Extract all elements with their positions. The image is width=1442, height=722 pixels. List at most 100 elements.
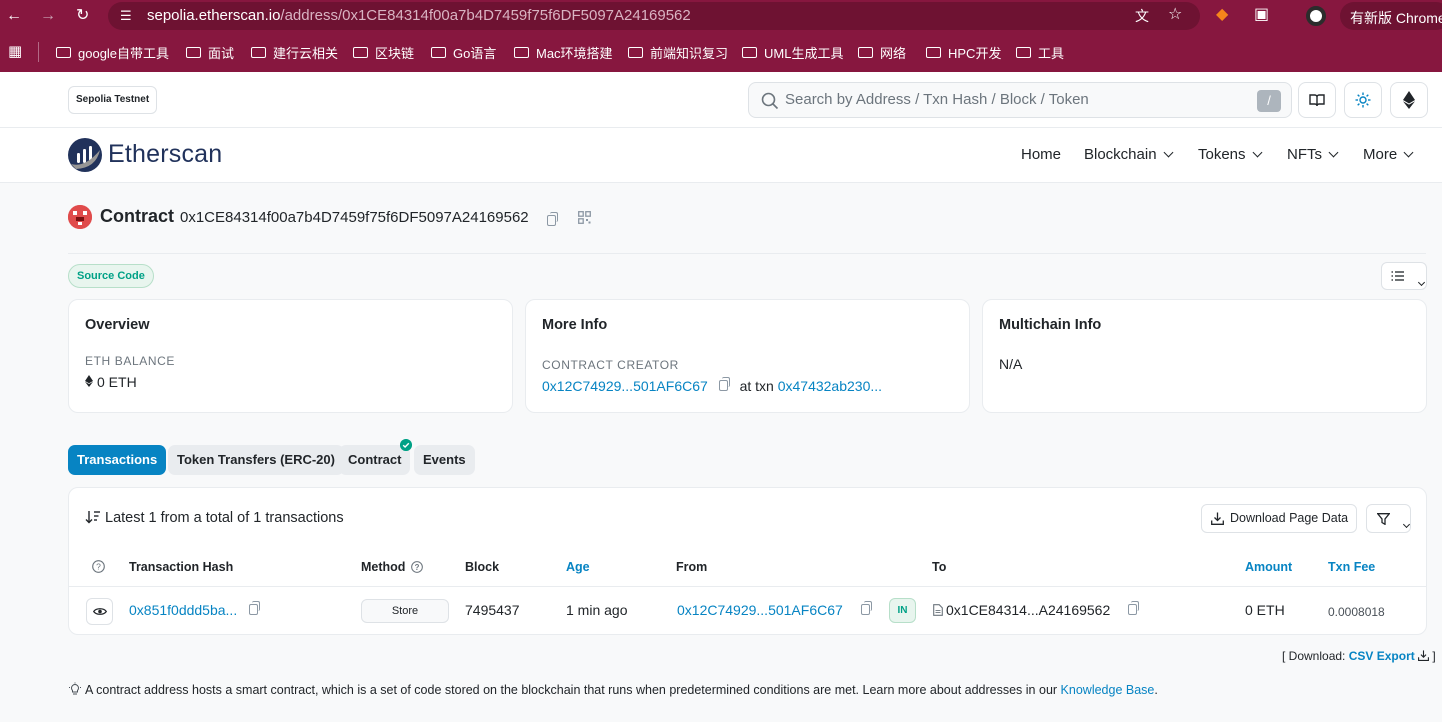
list-view-button[interactable] xyxy=(1381,262,1427,290)
multichain-info-card: Multichain Info N/A xyxy=(982,299,1427,413)
transactions-card: Latest 1 from a total of 1 transactions … xyxy=(68,487,1427,635)
reload-icon[interactable]: ↻ xyxy=(76,8,89,24)
verified-check-icon xyxy=(400,439,412,451)
tab-events[interactable]: Events xyxy=(414,445,475,475)
search-box[interactable]: / xyxy=(748,82,1292,118)
copy-icon[interactable] xyxy=(249,601,261,615)
column-header-age[interactable]: Age xyxy=(566,560,590,574)
ethereum-icon xyxy=(1403,91,1415,109)
extensions-icon[interactable]: ▣ xyxy=(1254,7,1269,23)
apps-grid-icon[interactable]: ▦ xyxy=(8,44,22,60)
bookmark-item[interactable]: 面试 xyxy=(186,43,234,62)
column-header-amount[interactable]: Amount xyxy=(1245,560,1292,574)
profile-avatar[interactable] xyxy=(1306,6,1326,26)
folder-icon xyxy=(1016,47,1031,58)
copy-icon[interactable] xyxy=(860,601,872,615)
forward-arrow-icon[interactable]: → xyxy=(40,8,56,24)
main-nav-bar: Etherscan Home Blockchain Tokens NFTs Mo… xyxy=(0,128,1442,183)
column-header-method: Method ? xyxy=(361,560,423,574)
bookmark-item[interactable]: google自带工具 xyxy=(56,43,169,62)
folder-icon xyxy=(56,47,71,58)
bookmark-star-icon[interactable]: ☆ xyxy=(1168,7,1182,23)
sun-icon xyxy=(1355,92,1371,108)
tab-transactions[interactable]: Transactions xyxy=(68,445,167,475)
knowledge-base-link[interactable]: Knowledge Base xyxy=(1061,683,1155,697)
page-title: Contract xyxy=(100,206,175,226)
eye-icon xyxy=(93,608,107,615)
folder-icon xyxy=(186,47,201,58)
to-address[interactable]: 0x1CE84314...A24169562 xyxy=(946,602,1110,618)
nav-blockchain[interactable]: Blockchain xyxy=(1084,146,1173,163)
bookmark-item[interactable]: Go语言 xyxy=(431,43,496,62)
chevron-down-icon xyxy=(1403,147,1414,158)
bookmark-item[interactable]: HPC开发 xyxy=(926,43,1001,62)
help-circle-icon[interactable]: ? xyxy=(411,561,423,573)
eth-balance-value: 0 ETH xyxy=(85,374,137,390)
bookmark-item[interactable]: 建行云相关 xyxy=(251,43,338,62)
download-page-data-button[interactable]: Download Page Data xyxy=(1201,504,1358,533)
creator-address-link[interactable]: 0x12C74929...501AF6C67 xyxy=(542,378,708,394)
bookmark-item[interactable]: 区块链 xyxy=(353,43,414,62)
network-eth-button[interactable] xyxy=(1390,82,1428,118)
bookmark-item[interactable]: 网络 xyxy=(858,43,906,62)
from-cell: 0x12C74929...501AF6C67 xyxy=(677,601,872,618)
more-info-card: More Info CONTRACT CREATOR 0x12C74929...… xyxy=(525,299,970,413)
back-arrow-icon[interactable]: ← xyxy=(6,8,22,24)
contract-avatar-icon xyxy=(68,205,92,229)
file-contract-icon xyxy=(933,604,943,616)
download-icon[interactable] xyxy=(1418,650,1430,661)
qr-code-icon[interactable] xyxy=(578,211,591,224)
nav-more[interactable]: More xyxy=(1363,146,1414,163)
column-header-txn-fee[interactable]: Txn Fee xyxy=(1328,560,1375,574)
bookmark-item[interactable]: Mac环境搭建 xyxy=(514,43,613,62)
search-icon xyxy=(761,92,779,110)
csv-export-link[interactable]: CSV Export xyxy=(1349,649,1415,663)
txn-fee-cell: 0.0008018 xyxy=(1328,605,1385,619)
search-input[interactable] xyxy=(785,91,1245,108)
tab-token-transfers[interactable]: Token Transfers (ERC-20) xyxy=(168,445,344,475)
lightbulb-icon xyxy=(69,682,81,695)
theme-toggle-button[interactable] xyxy=(1344,82,1382,118)
txn-hash-cell: 0x851f0ddd5ba... xyxy=(129,601,261,618)
creation-txn-link[interactable]: 0x47432ab230... xyxy=(778,378,882,394)
reader-mode-button[interactable] xyxy=(1298,82,1336,118)
column-header-txn-hash: Transaction Hash xyxy=(129,560,234,574)
at-txn-label: at txn xyxy=(739,378,774,394)
source-code-badge[interactable]: Source Code xyxy=(68,264,154,288)
network-selector[interactable]: Sepolia Testnet xyxy=(68,86,158,114)
top-header: Sepolia Testnet / xyxy=(0,72,1442,128)
chevron-down-icon xyxy=(1417,278,1426,287)
help-circle-icon[interactable]: ? xyxy=(92,560,105,573)
tab-contract[interactable]: Contract xyxy=(339,445,411,475)
bookmark-item[interactable]: 工具 xyxy=(1016,43,1064,62)
bookmark-item[interactable]: UML生成工具 xyxy=(742,43,843,62)
block-link[interactable]: 7495437 xyxy=(465,602,520,618)
url-path: /address/0x1CE84314f00a7b4D7459f75f6DF50… xyxy=(280,7,691,24)
copy-icon[interactable] xyxy=(718,377,730,391)
filter-button[interactable] xyxy=(1366,504,1411,533)
metamask-icon[interactable]: ◆ xyxy=(1216,7,1228,23)
chrome-update-button[interactable]: 有新版 Chrome xyxy=(1340,2,1442,30)
translate-icon[interactable]: 文 xyxy=(1135,8,1149,24)
preview-button[interactable] xyxy=(86,598,113,625)
nav-home[interactable]: Home xyxy=(1021,146,1061,163)
search-shortcut-key: / xyxy=(1257,90,1281,112)
folder-icon xyxy=(628,47,643,58)
folder-icon xyxy=(742,47,757,58)
browser-toolbar: ← → ↻ ☰ sepolia.etherscan.io/address/0x1… xyxy=(0,0,1442,32)
url-text[interactable]: sepolia.etherscan.io/address/0x1CE84314f… xyxy=(147,7,691,24)
eth-balance-label: ETH BALANCE xyxy=(85,354,175,368)
etherscan-logo-icon[interactable] xyxy=(68,138,102,172)
site-settings-icon[interactable]: ☰ xyxy=(120,8,132,24)
logo-text[interactable]: Etherscan xyxy=(108,140,222,169)
nav-tokens[interactable]: Tokens xyxy=(1198,146,1262,163)
txn-hash-link[interactable]: 0x851f0ddd5ba... xyxy=(129,602,237,618)
copy-icon[interactable] xyxy=(1128,601,1140,615)
copy-icon[interactable] xyxy=(547,212,558,226)
folder-icon xyxy=(514,47,529,58)
url-host: sepolia.etherscan.io xyxy=(147,7,281,24)
column-header-from: From xyxy=(676,560,708,574)
nav-nfts[interactable]: NFTs xyxy=(1287,146,1339,163)
from-address-link[interactable]: 0x12C74929...501AF6C67 xyxy=(677,602,843,618)
bookmark-item[interactable]: 前端知识复习 xyxy=(628,43,728,62)
